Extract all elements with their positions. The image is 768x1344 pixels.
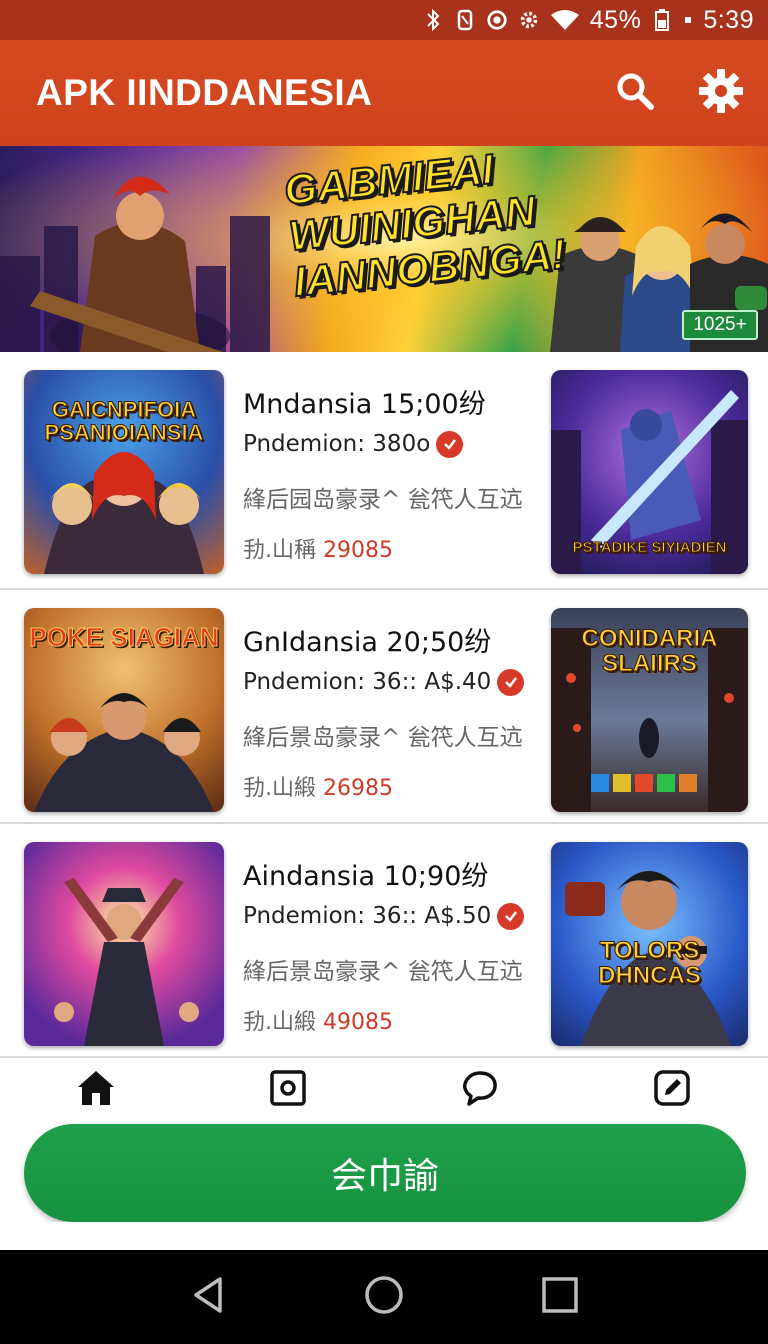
nav-edit[interactable]: [576, 1060, 768, 1120]
nav-chat[interactable]: [384, 1060, 576, 1120]
verified-icon: [436, 430, 464, 458]
game-name[interactable]: Mndansia 15;00纷: [243, 382, 549, 420]
sync-icon: [486, 8, 508, 32]
system-home-button[interactable]: [354, 1267, 414, 1327]
system-back-button[interactable]: [178, 1267, 238, 1327]
battery-icon: [651, 8, 673, 32]
thumbnail-title: GAICNPIFOIA PSANIOIANSIA: [44, 397, 204, 446]
thumbnail-title: PSTADIKE SIYIADIEN: [572, 539, 727, 557]
game-description: 綘后园岛豪录^ 瓮笩人互迒: [243, 487, 523, 513]
game-thumbnail[interactable]: TOLORS DHNCAS: [551, 842, 748, 1046]
thumbnail-title: TOLORS DHNCAS: [598, 937, 702, 990]
verified-icon: [497, 902, 525, 930]
settings-icon: [698, 68, 744, 118]
search-icon: [615, 71, 655, 115]
thumbnail-title: CONIDARIA SLAIIRS: [581, 625, 718, 678]
game-description: 綘后景岛豪录^ 瓮笩人互迒: [243, 959, 523, 985]
edit-icon: [653, 1069, 691, 1111]
spacer: [0, 1222, 768, 1250]
system-nav-bar: [0, 1250, 768, 1344]
thumbnail-title: POKE SIAGIAN: [29, 622, 219, 652]
download-count: 29085: [323, 538, 393, 563]
wifi-icon: [550, 8, 580, 32]
battery-percent: 45%: [589, 5, 642, 34]
camera-icon: [269, 1069, 307, 1111]
game-price: Pndemion: 380o: [243, 431, 431, 457]
meta-label: 劧.山緞: [243, 1010, 316, 1035]
game-meta: 劧.山緞 26985: [243, 770, 549, 802]
game-name[interactable]: GnIdansia 20;50纷: [243, 620, 549, 658]
home-icon: [76, 1069, 116, 1111]
game-meta: 劧.山稱 29085: [243, 532, 549, 564]
download-count: 49085: [323, 1010, 393, 1035]
nav-home[interactable]: [0, 1060, 192, 1120]
list-item[interactable]: GAICNPIFOIA PSANIOIANSIA Mndansia 15;00纷…: [0, 352, 768, 590]
game-description: 綘后景岛豪录^ 瓮笩人互迒: [243, 725, 523, 751]
game-thumbnail[interactable]: GAICNPIFOIA PSANIOIANSIA: [24, 370, 224, 574]
chat-icon: [461, 1069, 499, 1111]
game-price: Pndemion: 36:: A$.40: [243, 669, 492, 695]
bottom-nav: [0, 1060, 768, 1120]
banner-count-badge: 1025+: [682, 310, 758, 340]
main-action-button[interactable]: 会巾諭: [24, 1124, 746, 1222]
game-list: GAICNPIFOIA PSANIOIANSIA Mndansia 15;00纷…: [0, 352, 768, 1058]
status-bar: 45% 5:39: [0, 0, 768, 40]
game-name[interactable]: Aindansia 10;90纷: [243, 854, 549, 892]
clock: 5:39: [703, 5, 754, 34]
game-meta: 劧.山緞 49085: [243, 1004, 549, 1036]
game-thumbnail[interactable]: PSTADIKE SIYIADIEN: [551, 370, 748, 574]
gear-icon: [518, 8, 540, 32]
dot-icon: [683, 8, 693, 32]
home-circle-icon: [363, 1274, 405, 1320]
game-thumbnail[interactable]: [24, 842, 224, 1046]
app-title: APK IINDDANESIA: [36, 72, 373, 113]
system-recents-button[interactable]: [530, 1267, 590, 1327]
list-item[interactable]: POKE SIAGIAN GnIdansia 20;50纷 Pndemion: …: [0, 590, 768, 824]
search-button[interactable]: [610, 68, 660, 118]
list-item[interactable]: Aindansia 10;90纷 Pndemion: 36:: A$.50 綘后…: [0, 824, 768, 1058]
bluetooth-icon: [422, 8, 444, 32]
banner-headline: GABMIEAI WUINIGHAN IANNOBNGA!: [281, 146, 569, 306]
download-count: 26985: [323, 776, 393, 801]
meta-label: 劧.山緞: [243, 776, 316, 801]
settings-button[interactable]: [696, 68, 746, 118]
app-bar: APK IINDDANESIA: [0, 40, 768, 146]
game-thumbnail[interactable]: CONIDARIA SLAIIRS: [551, 608, 748, 812]
promo-banner[interactable]: GABMIEAI WUINIGHAN IANNOBNGA! 1025+: [0, 146, 768, 352]
recents-icon: [541, 1276, 579, 1318]
nfc-icon: [454, 8, 476, 32]
verified-icon: [497, 668, 525, 696]
game-thumbnail[interactable]: POKE SIAGIAN: [24, 608, 224, 812]
meta-label: 劧.山稱: [243, 538, 316, 563]
nav-camera[interactable]: [192, 1060, 384, 1120]
back-icon: [190, 1275, 226, 1319]
game-price: Pndemion: 36:: A$.50: [243, 903, 492, 929]
